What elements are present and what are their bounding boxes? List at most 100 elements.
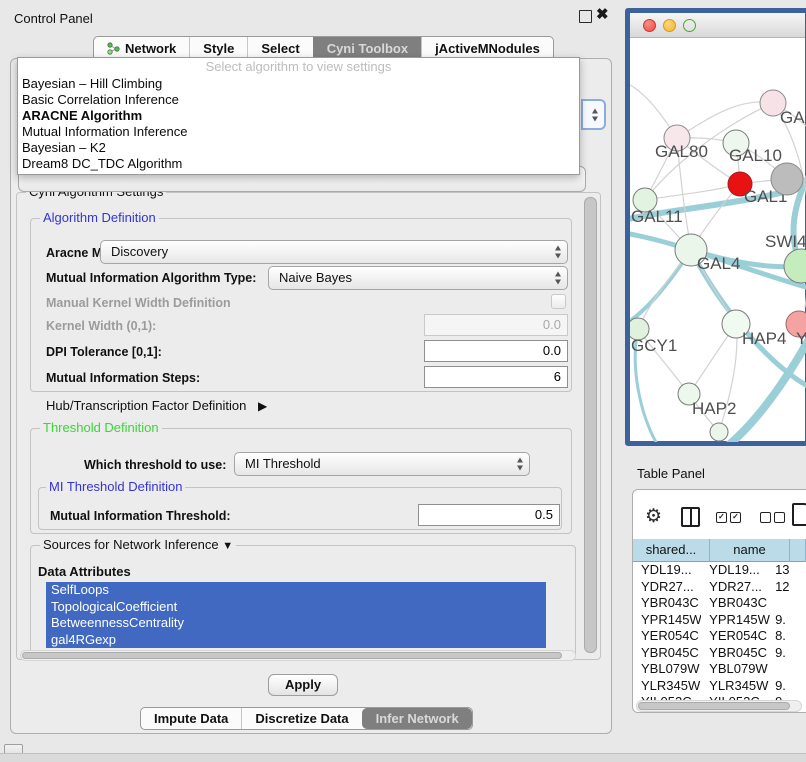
table-cell: YDL19... — [633, 562, 701, 579]
mi-type-select[interactable]: Naive Bayes — [268, 266, 568, 290]
column-header-clipped[interactable] — [790, 539, 806, 562]
table-hscrollbar-thumb[interactable] — [638, 702, 790, 710]
data-attribute-item[interactable]: TopologicalCoefficient — [46, 599, 546, 616]
algorithm-dropdown-popup: Select algorithm to view settings Bayesi… — [17, 57, 580, 175]
mi-steps-input[interactable]: 6 — [424, 366, 568, 388]
table-cell — [771, 595, 806, 612]
table-row[interactable]: YBR043CYBR043C — [633, 595, 806, 612]
network-node[interactable] — [710, 423, 728, 441]
zoom-traffic-light-icon[interactable] — [683, 19, 696, 32]
table-cell: YDL19... — [701, 562, 771, 579]
network-edge[interactable] — [677, 102, 773, 138]
algorithm-option[interactable]: Bayesian – Hill Climbing — [18, 76, 579, 92]
dpi-tolerance-input[interactable]: 0.0 — [424, 340, 568, 362]
hide-columns-icon[interactable] — [760, 512, 788, 530]
tab-network-label: Network — [125, 38, 176, 59]
column-header-shared-name[interactable]: shared... — [633, 539, 710, 562]
sources-title[interactable]: Sources for Network Inference ▼ — [40, 538, 236, 553]
tab-impute-data[interactable]: Impute Data — [141, 708, 241, 729]
split-columns-icon[interactable] — [681, 507, 700, 527]
algorithm-option[interactable]: ARACNE Algorithm — [18, 108, 579, 124]
control-panel-title: Control Panel — [14, 11, 93, 26]
network-node-swi4[interactable] — [784, 249, 806, 283]
mi-steps-label: Mutual Information Steps: — [46, 371, 200, 385]
table-cell: YER054C — [701, 628, 771, 645]
table-cell: YLR345W — [633, 678, 701, 695]
table-row[interactable]: YDL19...YDL19...13 — [633, 562, 806, 579]
network-tab-icon — [107, 42, 120, 55]
column-header-name[interactable]: name — [710, 539, 790, 562]
apply-button[interactable]: Apply — [268, 674, 338, 696]
table-hscrollbar-track[interactable] — [636, 700, 802, 712]
network-node[interactable] — [771, 163, 803, 195]
data-attribute-item[interactable]: gal4RGexp — [46, 632, 546, 649]
gear-icon[interactable]: ⚙ — [645, 505, 662, 528]
network-node-label: Y — [796, 329, 806, 348]
tab-impute-data-label: Impute Data — [154, 708, 228, 729]
table-row[interactable]: YBR045CYBR045C9. — [633, 645, 806, 662]
data-attributes-list[interactable]: SelfLoopsTopologicalCoefficientBetweenne… — [46, 582, 546, 648]
table-cell: YDR27... — [633, 579, 701, 596]
kernel-width-input[interactable]: 0.0 — [424, 314, 568, 336]
settings-hscrollbar-thumb[interactable] — [22, 652, 562, 659]
table-row[interactable]: YLR345WYLR345W9. — [633, 678, 806, 695]
mi-type-value: Naive Bayes — [269, 267, 567, 289]
table-cell: 13 — [771, 562, 806, 579]
table-cell: YPR145W — [701, 612, 771, 629]
algorithm-option[interactable]: Bayesian – K2 — [18, 140, 579, 156]
table-cell: YPR145W — [633, 612, 701, 629]
table-cell: YBL079W — [701, 661, 771, 678]
stepper-icon — [517, 458, 523, 471]
table-cell: 9. — [771, 678, 806, 695]
expand-right-icon: ▶ — [258, 399, 267, 413]
hub-definition-expander[interactable]: Hub/Transcription Factor Definition ▶ — [46, 398, 267, 413]
network-node-label: GAL11 — [631, 207, 683, 226]
algorithm-option[interactable]: Basic Correlation Inference — [18, 92, 579, 108]
tab-discretize-data-label: Discretize Data — [255, 708, 348, 729]
export-table-icon[interactable] — [792, 503, 806, 526]
network-window-titlebar[interactable] — [630, 13, 805, 38]
algorithm-option[interactable]: Dream8 DC_TDC Algorithm — [18, 156, 579, 172]
stepper-icon — [555, 246, 561, 259]
table-cell — [771, 661, 806, 678]
table-row[interactable]: YBL079WYBL079W — [633, 661, 806, 678]
mi-threshold-title: MI Threshold Definition — [46, 480, 185, 494]
table-cell: YBR045C — [633, 645, 701, 662]
tab-select-label: Select — [261, 38, 299, 59]
data-attribute-item[interactable]: BetweennessCentrality — [46, 615, 546, 632]
aracne-mode-value: Discovery — [101, 241, 567, 263]
which-threshold-select[interactable]: MI Threshold — [234, 452, 530, 476]
kernel-width-label: Kernel Width (0,1): — [46, 319, 156, 333]
focused-combobox-fragment[interactable] — [581, 99, 606, 130]
hub-definition-label: Hub/Transcription Factor Definition — [46, 398, 246, 413]
algorithm-option[interactable]: Mutual Information Inference — [18, 124, 579, 140]
table-cell: YBL079W — [633, 661, 701, 678]
minimize-traffic-light-icon[interactable] — [663, 19, 676, 32]
tab-discretize-data[interactable]: Discretize Data — [241, 708, 361, 729]
show-columns-icon[interactable]: ✓✓ — [716, 512, 744, 530]
network-node-label: GCY1 — [631, 336, 677, 355]
float-window-icon[interactable] — [579, 10, 592, 23]
mi-type-label: Mutual Information Algorithm Type: — [46, 271, 256, 285]
manual-kernel-checkbox[interactable] — [551, 294, 566, 309]
table-row[interactable]: YPR145WYPR145W9. — [633, 612, 806, 629]
which-threshold-value: MI Threshold — [235, 453, 529, 475]
settings-hscrollbar-track[interactable] — [20, 650, 576, 661]
collapse-down-icon: ▼ — [222, 540, 233, 552]
dpi-tolerance-label: DPI Tolerance [0,1]: — [46, 345, 162, 359]
table-row[interactable]: YER054CYER054C8. — [633, 628, 806, 645]
table-row[interactable]: YDR27...YDR27...12 — [633, 579, 806, 596]
table-cell: YER054C — [633, 628, 701, 645]
network-edge[interactable] — [645, 184, 740, 200]
network-canvas-svg[interactable]: GALGAL80GAL10GAL1GAL11SWI4GAL4GCY1HAP4YH… — [630, 37, 806, 442]
table-cell: YBR045C — [701, 645, 771, 662]
tab-infer-network-label: Infer Network — [376, 708, 459, 729]
settings-vscrollbar[interactable] — [584, 197, 597, 653]
close-icon[interactable]: ✖ — [596, 5, 609, 23]
mi-threshold-input[interactable]: 0.5 — [418, 504, 560, 526]
tab-infer-network[interactable]: Infer Network — [362, 708, 472, 729]
aracne-mode-select[interactable]: Discovery — [100, 240, 568, 264]
data-attribute-item[interactable]: SelfLoops — [46, 582, 546, 599]
close-traffic-light-icon[interactable] — [643, 19, 656, 32]
algorithm-definition-title: Algorithm Definition — [40, 211, 159, 225]
